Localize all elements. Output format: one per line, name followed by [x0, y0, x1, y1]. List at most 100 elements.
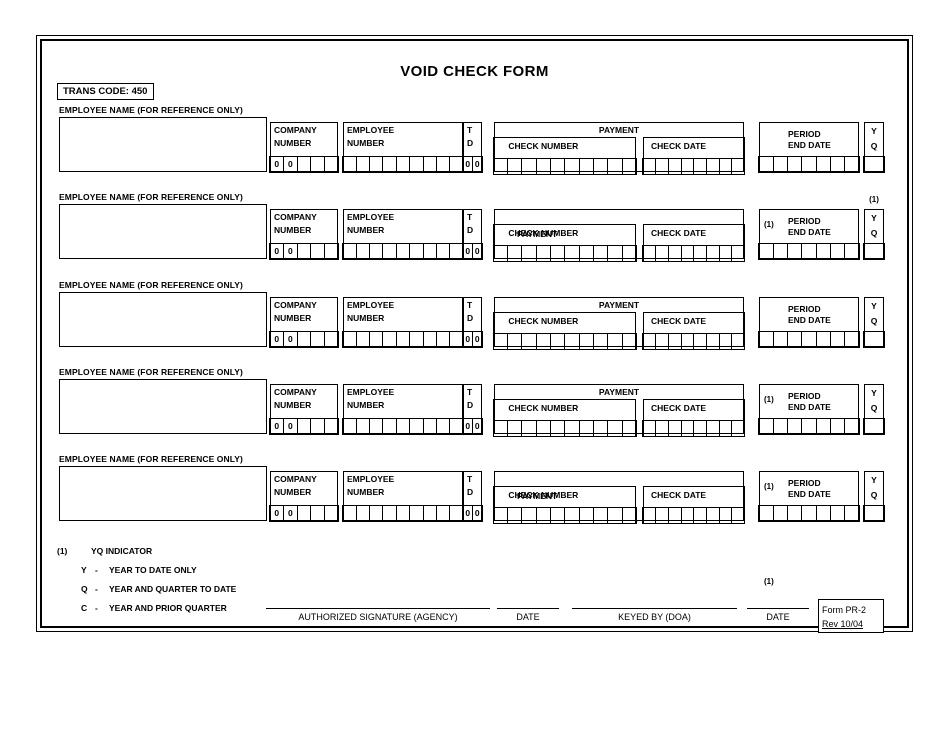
- check-number-cell[interactable]: [608, 508, 623, 524]
- company-number-cell[interactable]: 0: [284, 331, 298, 347]
- employee-number-cell[interactable]: [410, 243, 424, 259]
- yq-cells[interactable]: [863, 155, 885, 173]
- check-number-cell[interactable]: [580, 508, 594, 524]
- check-date-cell[interactable]: [720, 421, 733, 437]
- check-number-cell[interactable]: [551, 508, 566, 524]
- check-date-cell[interactable]: [732, 421, 744, 436]
- check-number-cell[interactable]: [494, 159, 509, 175]
- td-cell[interactable]: 0: [473, 419, 482, 434]
- yq-cell[interactable]: [864, 244, 883, 259]
- td-cell[interactable]: 0: [473, 506, 482, 521]
- employee-number-cell[interactable]: [383, 418, 397, 434]
- employee-number-cell[interactable]: [370, 156, 384, 172]
- check-number-cell[interactable]: [608, 421, 623, 437]
- period-end-date-cell[interactable]: [759, 505, 774, 521]
- employee-number-cell[interactable]: [397, 331, 411, 347]
- company-number-cell[interactable]: 0: [270, 243, 285, 259]
- company-number-cell[interactable]: [298, 505, 312, 521]
- company-number-cell[interactable]: [298, 418, 312, 434]
- check-number-cell[interactable]: [580, 421, 594, 437]
- employee-number-cell[interactable]: [383, 156, 397, 172]
- check-number-cells[interactable]: [492, 507, 637, 525]
- employee-number-cell[interactable]: [410, 418, 424, 434]
- check-date-cell[interactable]: [720, 159, 733, 175]
- check-date-cell[interactable]: [643, 421, 657, 437]
- period-end-date-cell[interactable]: [817, 243, 831, 259]
- td-cell[interactable]: 0: [463, 505, 473, 521]
- td-cell[interactable]: 0: [463, 156, 473, 172]
- check-date-cell[interactable]: [682, 421, 695, 437]
- check-date-cells[interactable]: [642, 420, 746, 438]
- employee-name-input[interactable]: [59, 466, 267, 521]
- check-number-cell[interactable]: [608, 246, 623, 262]
- employee-number-cell[interactable]: [397, 156, 411, 172]
- employee-number-cell[interactable]: [410, 156, 424, 172]
- check-number-cell[interactable]: [623, 159, 636, 174]
- td-cell[interactable]: 0: [463, 418, 473, 434]
- employee-number-cells[interactable]: [342, 242, 464, 260]
- check-number-cell[interactable]: [522, 421, 537, 437]
- check-number-cell[interactable]: [565, 508, 580, 524]
- check-date-cell[interactable]: [656, 159, 669, 175]
- check-date-cell[interactable]: [694, 334, 707, 350]
- yq-cell[interactable]: [864, 157, 883, 172]
- employee-number-cell[interactable]: [357, 331, 371, 347]
- company-number-cell[interactable]: [325, 332, 338, 347]
- employee-number-cell[interactable]: [437, 243, 451, 259]
- check-number-cell[interactable]: [623, 334, 636, 349]
- employee-number-cell[interactable]: [450, 419, 462, 434]
- check-number-cells[interactable]: [492, 245, 637, 263]
- period-end-date-cell[interactable]: [759, 331, 774, 347]
- check-date-cell[interactable]: [643, 159, 657, 175]
- employee-number-cell[interactable]: [343, 156, 357, 172]
- period-end-date-cell[interactable]: [802, 331, 817, 347]
- check-number-cell[interactable]: [551, 246, 566, 262]
- employee-number-cell[interactable]: [343, 418, 357, 434]
- td-cell[interactable]: 0: [473, 244, 482, 259]
- yq-cells[interactable]: [863, 504, 885, 522]
- period-end-date-cell[interactable]: [774, 243, 789, 259]
- period-end-date-cell[interactable]: [759, 243, 774, 259]
- check-date-cell[interactable]: [707, 421, 720, 437]
- yq-cell[interactable]: [864, 332, 883, 347]
- period-end-date-cell[interactable]: [817, 156, 831, 172]
- check-number-cell[interactable]: [623, 421, 636, 436]
- period-end-date-cell[interactable]: [802, 418, 817, 434]
- period-end-date-cell[interactable]: [759, 418, 774, 434]
- check-number-cell[interactable]: [522, 334, 537, 350]
- company-number-cell[interactable]: 0: [284, 418, 298, 434]
- employee-number-cell[interactable]: [450, 506, 462, 521]
- period-end-date-cell[interactable]: [774, 505, 789, 521]
- check-number-cell[interactable]: [537, 159, 552, 175]
- company-number-cells[interactable]: 00: [269, 417, 339, 435]
- period-end-date-cell[interactable]: [845, 419, 858, 434]
- employee-name-input[interactable]: [59, 292, 267, 347]
- company-number-cells[interactable]: 00: [269, 504, 339, 522]
- check-date-cell[interactable]: [732, 334, 744, 349]
- company-number-cell[interactable]: [311, 505, 325, 521]
- employee-number-cell[interactable]: [370, 418, 384, 434]
- period-end-date-cell[interactable]: [774, 156, 789, 172]
- check-number-cell[interactable]: [594, 246, 609, 262]
- check-number-cell[interactable]: [508, 421, 523, 437]
- company-number-cell[interactable]: [298, 331, 312, 347]
- check-number-cell[interactable]: [494, 246, 509, 262]
- check-number-cell[interactable]: [537, 508, 552, 524]
- period-end-date-cell[interactable]: [774, 418, 789, 434]
- employee-number-cell[interactable]: [410, 505, 424, 521]
- employee-number-cell[interactable]: [424, 331, 437, 347]
- employee-number-cell[interactable]: [450, 244, 462, 259]
- period-end-date-cells[interactable]: [758, 330, 860, 348]
- td-cells[interactable]: 00: [462, 242, 483, 260]
- td-cell[interactable]: 0: [463, 331, 473, 347]
- check-date-cell[interactable]: [643, 508, 657, 524]
- check-number-cell[interactable]: [508, 334, 523, 350]
- check-number-cell[interactable]: [594, 159, 609, 175]
- check-date-cells[interactable]: [642, 245, 746, 263]
- signature-date-field-1[interactable]: DATE: [497, 608, 559, 622]
- check-date-cell[interactable]: [732, 508, 744, 523]
- check-number-cell[interactable]: [594, 334, 609, 350]
- td-cells[interactable]: 00: [462, 417, 483, 435]
- check-number-cells[interactable]: [492, 158, 637, 176]
- td-cell[interactable]: 0: [473, 157, 482, 172]
